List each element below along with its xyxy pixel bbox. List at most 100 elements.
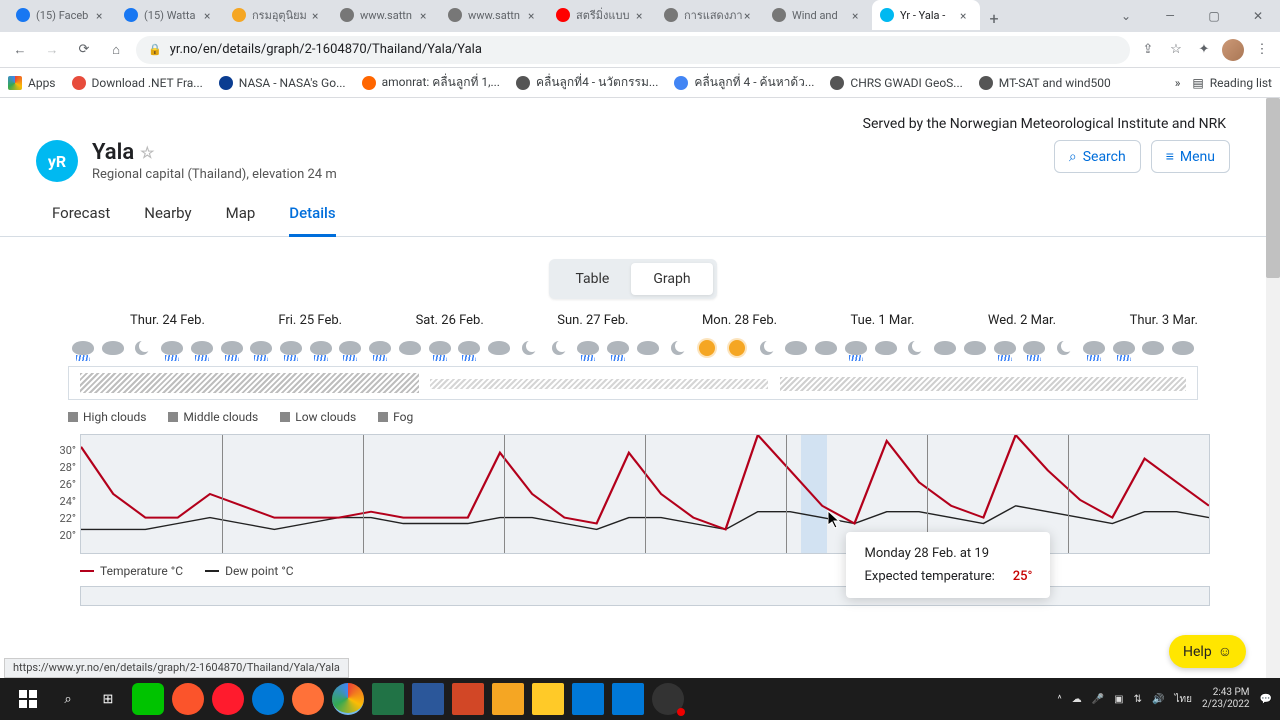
back-button[interactable]: ← — [8, 38, 32, 62]
minimize-button[interactable]: — — [1148, 0, 1192, 32]
tab-close-icon[interactable]: × — [744, 9, 756, 21]
tray-notifications-icon[interactable]: 💬 — [1260, 694, 1272, 705]
bookmark-item[interactable]: MT-SAT and wind500 — [979, 73, 1111, 92]
taskbar-app-edge[interactable] — [252, 683, 284, 715]
taskbar-app-word[interactable] — [412, 683, 444, 715]
tray-chevron-icon[interactable]: ^ — [1058, 694, 1062, 705]
scrollbar-thumb[interactable] — [1266, 98, 1280, 278]
tray-lang[interactable]: ไทย — [1174, 692, 1191, 707]
taskbar-app-opera[interactable] — [212, 683, 244, 715]
bookmark-item[interactable]: Download .NET Fra... — [72, 73, 203, 92]
tab-close-icon[interactable]: × — [420, 9, 432, 21]
browser-tab[interactable]: Wind and× — [764, 0, 872, 30]
day-label: Fri. 25 Feb. — [278, 313, 342, 328]
weather-icon — [98, 334, 128, 362]
weather-icon — [276, 334, 306, 362]
tray-mic-icon[interactable]: 🎤 — [1092, 694, 1104, 705]
search-button[interactable]: ⌕Search — [1054, 140, 1141, 173]
taskbar-app-obs[interactable] — [652, 683, 684, 715]
system-tray[interactable]: ^ ☁ 🎤 ▣ ⇅ 🔊 ไทย 2:43 PM 2/23/2022 💬 — [1058, 687, 1272, 711]
start-button[interactable] — [12, 683, 44, 715]
tray-volume-icon[interactable]: 🔊 — [1152, 694, 1164, 705]
bookmark-item[interactable]: CHRS GWADI GeoS... — [830, 73, 962, 92]
taskbar-app-excel[interactable] — [372, 683, 404, 715]
y-axis-labels: 30°28°26°24°22°20° — [54, 442, 76, 544]
browser-tab[interactable]: Yr - Yala -× — [872, 0, 980, 30]
browser-tab[interactable]: กรมอุตุนิยม× — [224, 0, 332, 30]
browser-tab[interactable]: สตรีมิ่งแบบ× — [548, 0, 656, 30]
yr-logo[interactable]: yR — [36, 140, 78, 182]
maximize-button[interactable]: ▢ — [1192, 0, 1236, 32]
bookmark-item[interactable]: คลื่นลูกที่4 - นวัตกรรม... — [516, 73, 658, 92]
bookmark-item[interactable]: คลื่นลูกที่ 4 - ค้นหาด้ว... — [674, 73, 814, 92]
scrollbar-track[interactable] — [1266, 98, 1280, 678]
bookmark-star-icon[interactable]: ☆ — [1166, 40, 1186, 60]
bookmark-item[interactable]: amonrat: คลื่นลูกที่ 1,... — [362, 73, 500, 92]
temperature-chart[interactable]: 30°28°26°24°22°20° Monday 28 Feb. at 19 … — [56, 434, 1210, 554]
weather-icon — [514, 334, 544, 362]
kebab-menu-icon[interactable]: ⋮ — [1252, 40, 1272, 60]
browser-tab[interactable]: การแสดงภา× — [656, 0, 764, 30]
weather-icon — [901, 334, 931, 362]
favorite-star-icon[interactable]: ☆ — [140, 143, 154, 162]
menu-button[interactable]: ≡Menu — [1151, 140, 1230, 173]
url-input[interactable]: 🔒 yr.no/en/details/graph/2-1604870/Thail… — [136, 36, 1130, 64]
bookmarks-overflow-icon[interactable]: » — [1175, 76, 1181, 90]
taskbar-app-camera[interactable] — [492, 683, 524, 715]
toggle-table[interactable]: Table — [553, 263, 631, 295]
weather-icon — [930, 334, 960, 362]
new-tab-button[interactable]: + — [980, 4, 1008, 32]
taskbar-app-mail[interactable] — [612, 683, 644, 715]
browser-titlebar: (15) Faceb×(15) Watta×กรมอุตุนิยม×www.sa… — [0, 0, 1280, 32]
nav-tab-forecast[interactable]: Forecast — [52, 194, 110, 236]
nav-tab-details[interactable]: Details — [289, 194, 335, 237]
day-label: Sun. 27 Feb. — [557, 313, 628, 328]
status-bar-url: https://www.yr.no/en/details/graph/2-160… — [4, 658, 349, 678]
reading-list-button[interactable]: ▤Reading list — [1192, 76, 1272, 90]
taskbar-app-store[interactable] — [572, 683, 604, 715]
weather-icon — [1020, 334, 1050, 362]
taskbar-app-line[interactable] — [132, 683, 164, 715]
tab-close-icon[interactable]: × — [960, 9, 972, 21]
tab-close-icon[interactable]: × — [312, 9, 324, 21]
chevron-down-icon[interactable]: ⌄ — [1104, 0, 1148, 32]
browser-tab[interactable]: (15) Watta× — [116, 0, 224, 30]
reload-button[interactable]: ⟳ — [72, 38, 96, 62]
nav-tab-nearby[interactable]: Nearby — [144, 194, 191, 236]
browser-tab[interactable]: www.sattn× — [332, 0, 440, 30]
profile-avatar[interactable] — [1222, 39, 1244, 61]
tray-battery-icon[interactable]: ▣ — [1114, 694, 1123, 705]
taskbar-app-brave[interactable] — [172, 683, 204, 715]
taskbar-app-powerpoint[interactable] — [452, 683, 484, 715]
tray-wifi-icon[interactable]: ⇅ — [1134, 694, 1142, 705]
weather-icon — [336, 334, 366, 362]
help-icon: ☺ — [1218, 643, 1232, 660]
taskbar-app-firefox[interactable] — [292, 683, 324, 715]
weather-icon — [306, 334, 336, 362]
search-task-icon[interactable]: ⌕ — [52, 683, 84, 715]
tab-close-icon[interactable]: × — [636, 9, 648, 21]
tab-close-icon[interactable]: × — [528, 9, 540, 21]
toggle-graph[interactable]: Graph — [631, 263, 712, 295]
close-window-button[interactable]: ✕ — [1236, 0, 1280, 32]
bookmark-item[interactable]: NASA - NASA's Go... — [219, 73, 346, 92]
share-icon[interactable]: ⇪ — [1138, 40, 1158, 60]
help-button[interactable]: Help ☺ — [1169, 635, 1246, 668]
task-view-icon[interactable]: ⊞ — [92, 683, 124, 715]
tab-close-icon[interactable]: × — [204, 9, 216, 21]
tray-onedrive-icon[interactable]: ☁ — [1072, 694, 1082, 705]
mouse-cursor-icon — [828, 511, 842, 529]
taskbar-app-explorer[interactable] — [532, 683, 564, 715]
taskbar-app-chrome[interactable] — [332, 683, 364, 715]
weather-icon — [990, 334, 1020, 362]
forward-button[interactable]: → — [40, 38, 64, 62]
browser-tab[interactable]: www.sattn× — [440, 0, 548, 30]
tab-close-icon[interactable]: × — [852, 9, 864, 21]
nav-tab-map[interactable]: Map — [226, 194, 256, 236]
browser-tab[interactable]: (15) Faceb× — [8, 0, 116, 30]
tab-close-icon[interactable]: × — [96, 9, 108, 21]
extensions-icon[interactable]: ✦ — [1194, 40, 1214, 60]
system-clock[interactable]: 2:43 PM 2/23/2022 — [1202, 687, 1250, 711]
apps-button[interactable]: Apps — [8, 76, 56, 90]
home-button[interactable]: ⌂ — [104, 38, 128, 62]
